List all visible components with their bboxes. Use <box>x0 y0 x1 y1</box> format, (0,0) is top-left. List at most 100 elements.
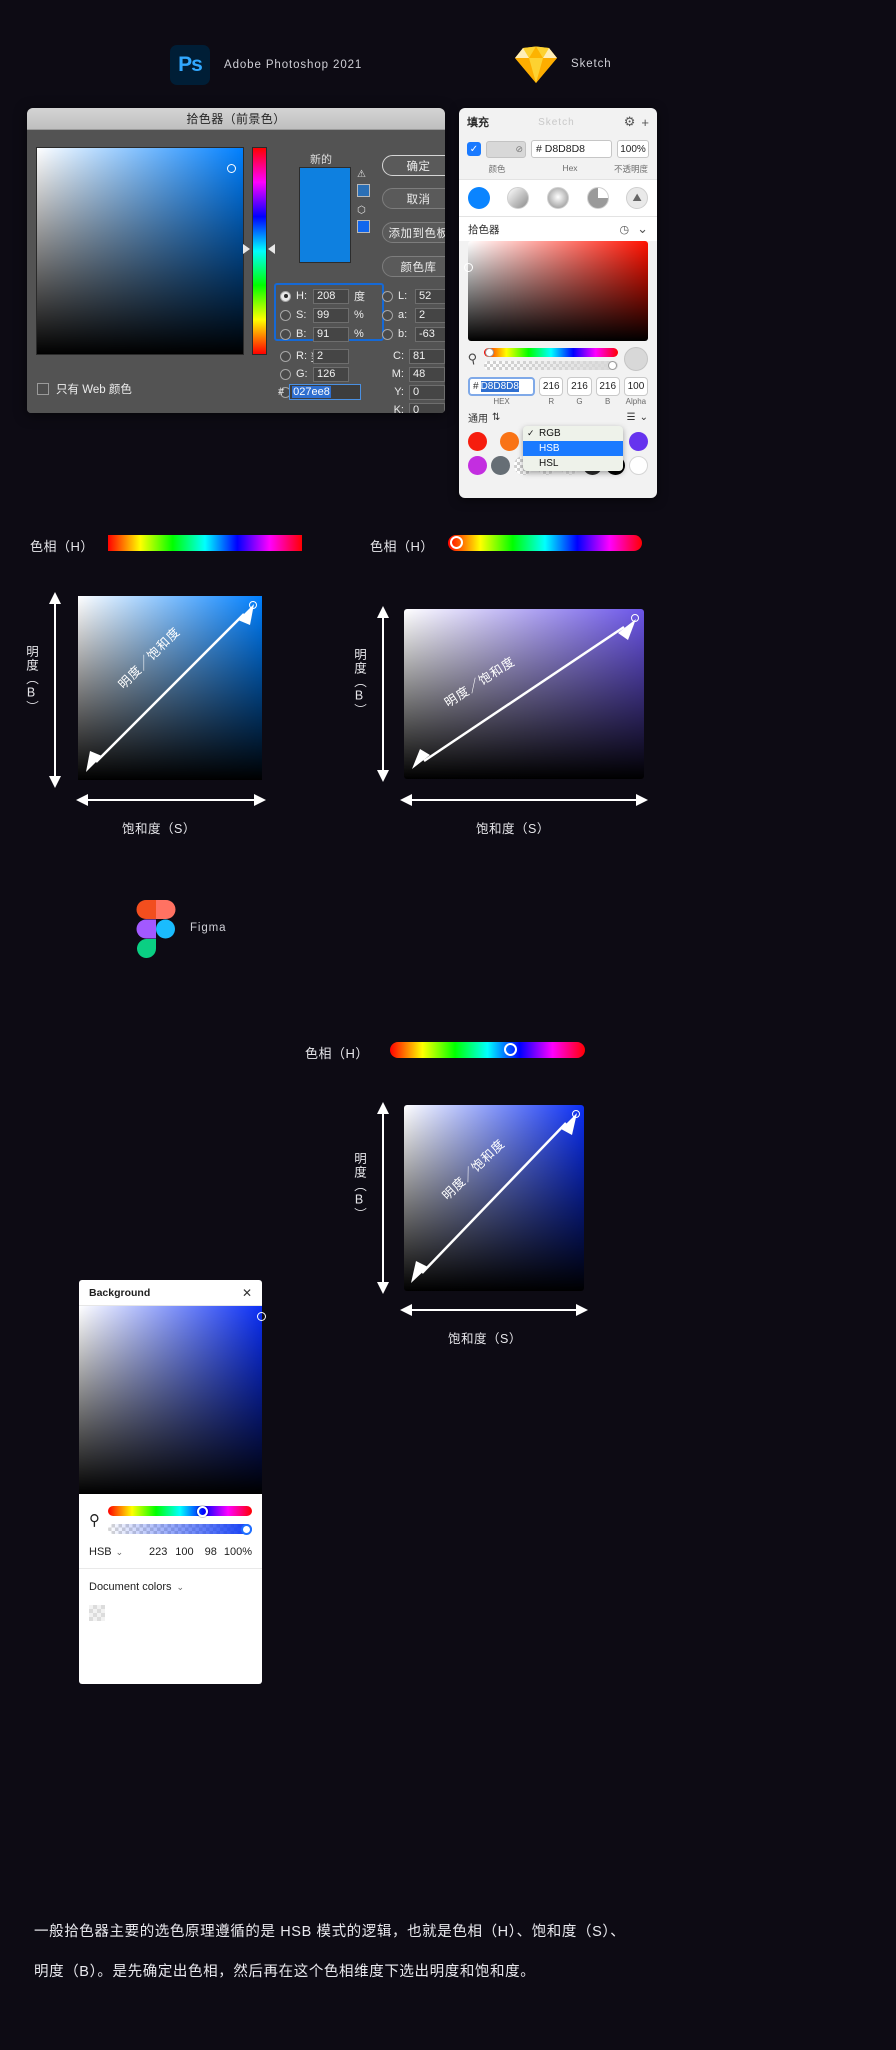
history-clock-icon[interactable]: ◷ <box>619 223 629 236</box>
fill-enabled-checkbox[interactable]: ✓ <box>467 142 481 156</box>
field-lab-b[interactable]: -63 <box>415 326 445 342</box>
sketch-saturation-brightness-field[interactable] <box>464 241 648 341</box>
swatch-white[interactable] <box>629 456 648 475</box>
gear-icon[interactable]: ⚙ <box>624 114 636 130</box>
fill-hex-input[interactable]: # D8D8D8 <box>531 140 612 158</box>
rgb-row-r[interactable]: R: 2 <box>280 348 349 364</box>
lab-row-a[interactable]: a: 2 <box>382 307 445 323</box>
web-safe-warning-icon[interactable]: ⬡ <box>357 205 366 216</box>
hex-input[interactable]: 027ee8 <box>289 384 362 400</box>
hue-slider[interactable] <box>252 147 267 355</box>
radio-a[interactable] <box>382 309 393 321</box>
field-k[interactable]: 0 <box>409 402 445 413</box>
radio-h[interactable] <box>280 290 291 302</box>
radio-b[interactable] <box>280 328 291 340</box>
radio-r[interactable] <box>280 350 291 362</box>
dropdown-option-rgb[interactable]: ✓ RGB <box>523 426 623 441</box>
figma-value-alpha[interactable]: 100% <box>224 1546 252 1558</box>
figma-value-s[interactable]: 100 <box>171 1546 197 1558</box>
field-a[interactable]: 2 <box>415 307 445 323</box>
field-s[interactable]: 99 <box>313 307 349 323</box>
field-c[interactable]: 81 <box>409 348 445 364</box>
checkbox-box-icon[interactable] <box>37 383 49 395</box>
dropdown-option-hsl[interactable]: HSL <box>523 456 623 471</box>
figma-alpha-slider[interactable] <box>108 1523 252 1535</box>
fill-opacity-input[interactable]: 100% <box>617 140 649 158</box>
cmyk-row-y[interactable]: Y: 0 % <box>382 384 445 400</box>
sketch-alpha-slider[interactable] <box>483 360 618 370</box>
figma-hue-slider[interactable] <box>108 1505 252 1517</box>
saturation-brightness-field[interactable] <box>36 147 244 355</box>
fill-type-radial-gradient-icon[interactable] <box>546 187 569 209</box>
field-g[interactable]: 126 <box>313 366 349 382</box>
figma-value-b[interactable]: 98 <box>198 1546 224 1558</box>
lab-row-b[interactable]: b: -63 <box>382 326 445 342</box>
gamut-substitute-swatch[interactable] <box>357 184 370 197</box>
field-h[interactable]: 208 <box>313 288 349 304</box>
chevron-down-icon[interactable]: ⌄ <box>637 221 648 237</box>
color-libraries-button[interactable]: 颜色库 <box>382 256 445 277</box>
eyedropper-icon[interactable]: ⚲ <box>467 350 479 367</box>
radio-g[interactable] <box>280 368 291 380</box>
palette-stepper-icon[interactable]: ⇅ <box>492 412 500 423</box>
field-r[interactable]: 2 <box>313 348 349 364</box>
sketch-sv-cursor-ring[interactable] <box>464 263 473 272</box>
sketch-alpha-value[interactable]: 100 <box>623 377 649 396</box>
hsb-row-b[interactable]: B: 91 % <box>280 326 364 342</box>
ok-button[interactable]: 确定 <box>382 155 445 176</box>
dropdown-option-hsb[interactable]: HSB <box>523 441 623 456</box>
swatch-purple[interactable] <box>628 432 648 451</box>
cmyk-row-m[interactable]: M: 48 % <box>382 366 445 382</box>
cmyk-row-k[interactable]: K: 0 % <box>382 402 445 413</box>
palette-scope-label[interactable]: 通用 <box>468 410 488 425</box>
radio-l[interactable] <box>382 290 393 302</box>
figma-color-mode-selector[interactable]: HSB ⌄ <box>89 1546 145 1558</box>
swatch-orange[interactable] <box>500 432 520 451</box>
swatch-gray[interactable] <box>491 456 510 475</box>
field-m[interactable]: 48 <box>409 366 445 382</box>
field-l[interactable]: 52 <box>415 288 445 304</box>
sketch-alpha-knob[interactable] <box>608 360 617 370</box>
out-of-gamut-warning-icon[interactable]: ⚠ <box>357 169 366 180</box>
figma-sv-cursor-ring[interactable] <box>257 1312 266 1321</box>
lab-row-l[interactable]: L: 52 <box>382 288 445 304</box>
figma-document-color-swatch[interactable] <box>89 1605 105 1621</box>
hex-row[interactable]: # 027ee8 <box>278 384 362 400</box>
fill-type-image-icon[interactable]: ⛰ <box>626 187 649 209</box>
cmyk-row-c[interactable]: C: 81 % <box>382 348 445 364</box>
swatch-magenta[interactable] <box>468 456 487 475</box>
fill-type-angular-gradient-icon[interactable] <box>586 187 609 209</box>
link-icon[interactable]: ⊘ <box>515 144 523 155</box>
palette-chevron-down-icon[interactable]: ⌄ <box>640 412 648 423</box>
fill-type-solid-icon[interactable] <box>467 187 490 209</box>
sketch-hex-input[interactable]: # D8D8D8 <box>468 377 536 396</box>
figma-alpha-knob[interactable] <box>241 1523 252 1535</box>
sv-cursor-ring[interactable] <box>227 164 236 173</box>
sketch-channel-g[interactable]: 216 <box>567 377 592 396</box>
field-y[interactable]: 0 <box>409 384 445 400</box>
figma-document-colors-header[interactable]: Document colors ⌄ <box>79 1569 262 1593</box>
field-b[interactable]: 91 <box>313 326 349 342</box>
rgb-row-g[interactable]: G: 126 <box>280 366 349 382</box>
sketch-hue-knob[interactable] <box>484 347 494 357</box>
cancel-button[interactable]: 取消 <box>382 188 445 209</box>
radio-s[interactable] <box>280 309 291 321</box>
palette-menu-icon[interactable]: ☰ <box>627 412 636 423</box>
figma-value-h[interactable]: 223 <box>145 1546 171 1558</box>
web-safe-substitute-swatch[interactable] <box>357 220 370 233</box>
hsb-row-h[interactable]: H: 208 度 <box>280 288 365 304</box>
swatch-red[interactable] <box>468 432 487 451</box>
web-colors-only-checkbox[interactable]: 只有 Web 颜色 <box>37 381 132 397</box>
sketch-channel-b[interactable]: 216 <box>595 377 620 396</box>
hsb-row-s[interactable]: S: 99 % <box>280 307 364 323</box>
plus-icon[interactable]: + <box>641 115 649 130</box>
sketch-hue-slider[interactable] <box>483 347 618 357</box>
figma-hue-knob[interactable] <box>197 1505 209 1517</box>
sketch-channel-r[interactable]: 216 <box>539 377 564 396</box>
figma-saturation-brightness-field[interactable] <box>79 1306 266 1494</box>
add-to-swatches-button[interactable]: 添加到色板 <box>382 222 445 243</box>
close-icon[interactable]: ✕ <box>242 1286 252 1300</box>
radio-lab-b[interactable] <box>382 328 393 340</box>
fill-color-swatch[interactable]: ⊘ <box>486 140 526 158</box>
fill-type-linear-gradient-icon[interactable] <box>507 187 530 209</box>
